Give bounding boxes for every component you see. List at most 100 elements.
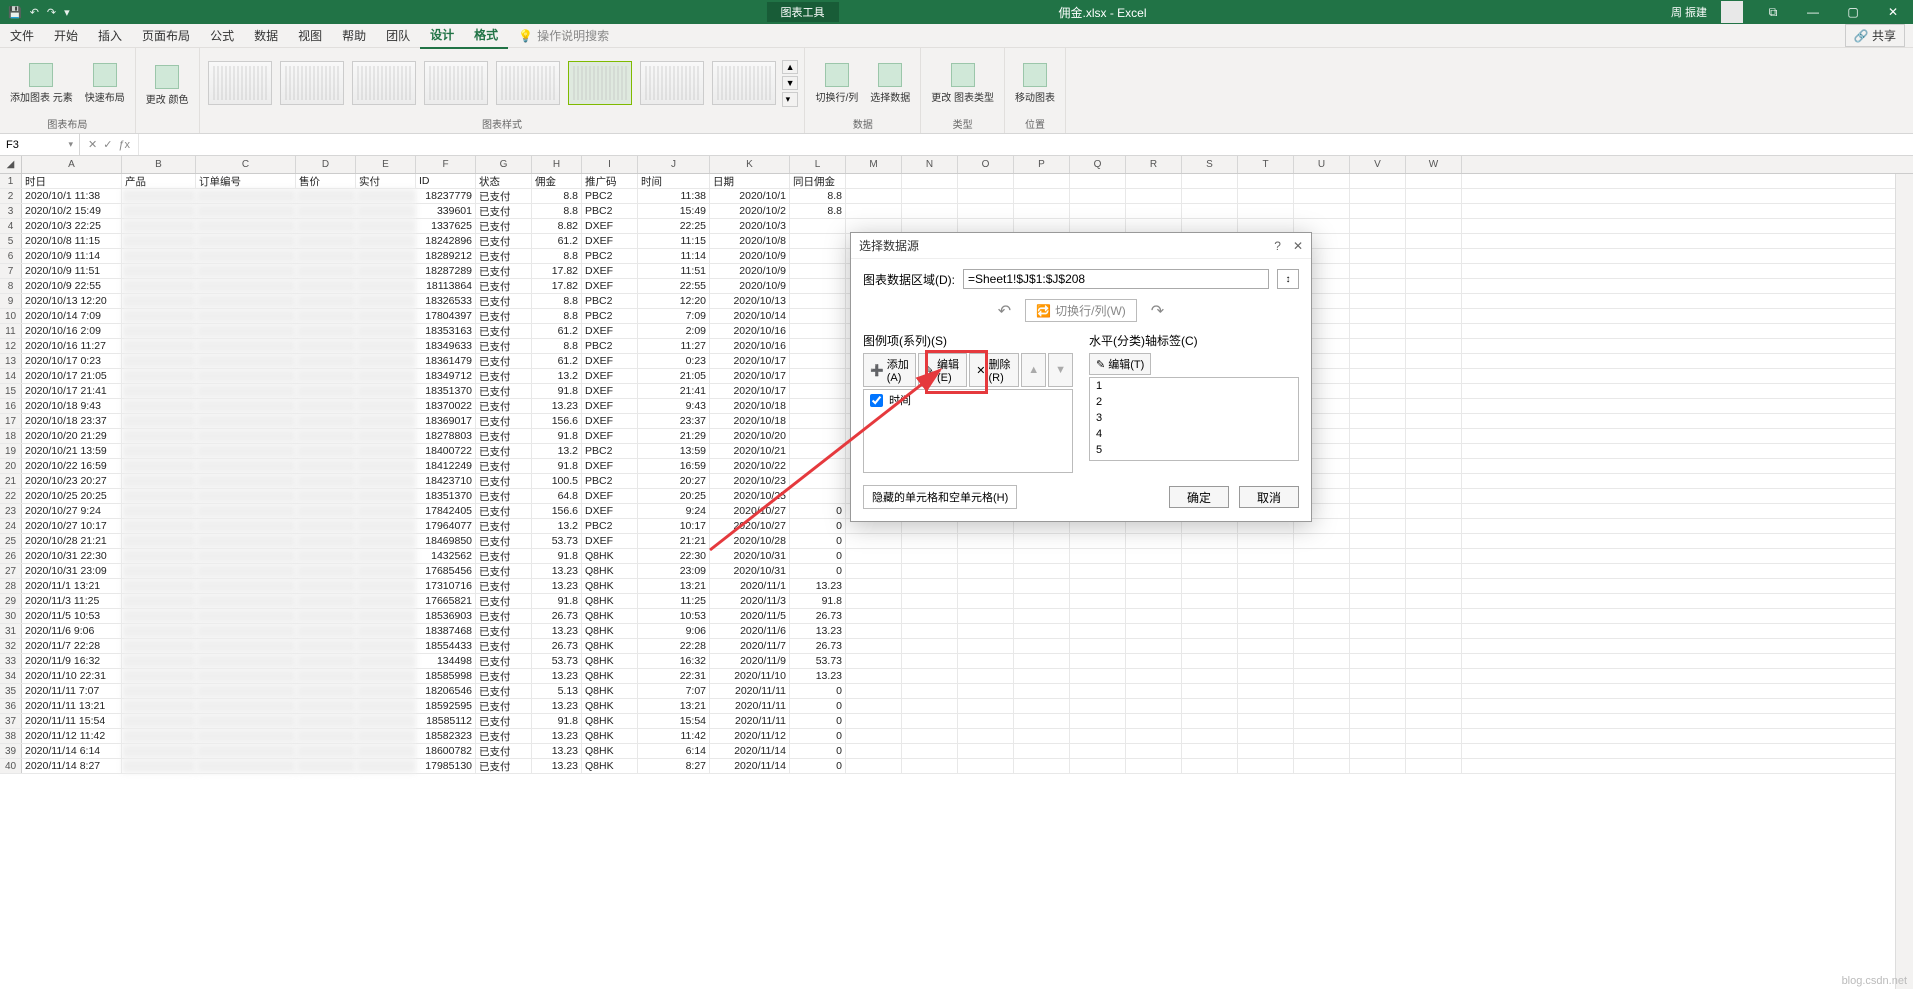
row-header[interactable]: 37 (0, 714, 22, 728)
tab-page-layout[interactable]: 页面布局 (132, 24, 200, 48)
cell[interactable]: 2020/10/14 7:09 (22, 309, 122, 323)
cell[interactable]: ███ (356, 399, 416, 413)
cell[interactable] (846, 189, 902, 203)
cell[interactable]: 已支付 (476, 489, 532, 503)
cell[interactable]: ███ (122, 339, 196, 353)
cell[interactable]: 61.2 (532, 324, 582, 338)
cell[interactable] (1182, 744, 1238, 758)
chart-style-6[interactable] (568, 61, 632, 105)
cell[interactable] (1182, 624, 1238, 638)
cell[interactable]: 0:23 (638, 354, 710, 368)
row-header[interactable]: 15 (0, 384, 22, 398)
cell[interactable]: PBC2 (582, 474, 638, 488)
cell[interactable]: 0 (790, 744, 846, 758)
cell[interactable] (1350, 504, 1406, 518)
cell[interactable]: Q8HK (582, 579, 638, 593)
cell[interactable]: 13.23 (790, 624, 846, 638)
cell[interactable]: 21:41 (638, 384, 710, 398)
col-header[interactable]: I (582, 156, 638, 173)
cell[interactable]: 2020/11/11 7:07 (22, 684, 122, 698)
cell[interactable]: 17.82 (532, 279, 582, 293)
cell[interactable] (902, 624, 958, 638)
cell[interactable] (1126, 564, 1182, 578)
series-item[interactable]: 时间 (864, 390, 1072, 410)
cell[interactable]: 2020/10/16 (710, 324, 790, 338)
cell[interactable]: ███ (196, 594, 296, 608)
cell[interactable]: 2020/10/3 22:25 (22, 219, 122, 233)
cell[interactable] (1182, 564, 1238, 578)
cell[interactable]: 53.73 (532, 654, 582, 668)
cell[interactable]: 2020/10/31 (710, 564, 790, 578)
chart-style-1[interactable] (208, 61, 272, 105)
cell[interactable]: ███ (196, 204, 296, 218)
cell[interactable]: 8.8 (532, 249, 582, 263)
cell[interactable]: ███ (196, 459, 296, 473)
cell[interactable]: ███ (296, 249, 356, 263)
cell[interactable]: Q8HK (582, 639, 638, 653)
cell[interactable] (1406, 609, 1462, 623)
cell[interactable] (1406, 654, 1462, 668)
cell[interactable]: ███ (356, 474, 416, 488)
cell[interactable] (1406, 519, 1462, 533)
chart-style-7[interactable] (640, 61, 704, 105)
cell[interactable]: 0 (790, 504, 846, 518)
cell[interactable]: ███ (356, 384, 416, 398)
cell[interactable]: 9:06 (638, 624, 710, 638)
cell[interactable]: ███ (356, 669, 416, 683)
cell[interactable]: ███ (196, 714, 296, 728)
row-header[interactable]: 4 (0, 219, 22, 233)
axis-item[interactable]: 2 (1090, 394, 1298, 410)
cell[interactable]: 已支付 (476, 249, 532, 263)
cell[interactable]: 13.23 (532, 729, 582, 743)
chart-range-input[interactable] (963, 269, 1269, 289)
cell[interactable] (1126, 654, 1182, 668)
cell[interactable]: 18592595 (416, 699, 476, 713)
cell[interactable]: ███ (122, 669, 196, 683)
row-header[interactable]: 12 (0, 339, 22, 353)
cell[interactable]: ███ (196, 504, 296, 518)
cell[interactable] (1350, 759, 1406, 773)
cell[interactable] (1238, 699, 1294, 713)
cell[interactable] (1350, 204, 1406, 218)
cell[interactable] (1014, 579, 1070, 593)
cell[interactable] (1406, 594, 1462, 608)
cell[interactable]: 2020/11/5 (710, 609, 790, 623)
cell[interactable]: 2020/11/7 (710, 639, 790, 653)
cell[interactable]: 13.2 (532, 444, 582, 458)
cell[interactable] (1014, 684, 1070, 698)
cell[interactable]: 17685456 (416, 564, 476, 578)
cell[interactable] (1014, 609, 1070, 623)
cell[interactable]: 18287289 (416, 264, 476, 278)
cell[interactable]: 日期 (710, 174, 790, 188)
cell[interactable]: ███ (122, 519, 196, 533)
cell[interactable]: ███ (196, 189, 296, 203)
cell[interactable] (1014, 594, 1070, 608)
cell[interactable]: ███ (196, 279, 296, 293)
cell[interactable]: 2020/11/14 (710, 759, 790, 773)
cell[interactable]: 2020/10/9 (710, 279, 790, 293)
cell[interactable] (1014, 204, 1070, 218)
cancel-formula-icon[interactable]: ✕ (88, 138, 97, 151)
cell[interactable] (902, 564, 958, 578)
cell[interactable]: 17985130 (416, 759, 476, 773)
cell[interactable] (1182, 534, 1238, 548)
cell[interactable]: ███ (296, 384, 356, 398)
cell[interactable]: ███ (122, 414, 196, 428)
cell[interactable]: ███ (122, 654, 196, 668)
cell[interactable] (1070, 759, 1126, 773)
save-icon[interactable]: 💾 (8, 6, 22, 19)
cell[interactable]: 2020/10/8 11:15 (22, 234, 122, 248)
cell[interactable]: ███ (356, 534, 416, 548)
cell[interactable] (1182, 654, 1238, 668)
cell[interactable]: 18351370 (416, 489, 476, 503)
cell[interactable] (1014, 654, 1070, 668)
row-header[interactable]: 26 (0, 549, 22, 563)
cell[interactable]: 22:55 (638, 279, 710, 293)
cell[interactable]: ███ (356, 504, 416, 518)
row-header[interactable]: 6 (0, 249, 22, 263)
cell[interactable]: DXEF (582, 384, 638, 398)
cell[interactable]: 18554433 (416, 639, 476, 653)
cell[interactable]: ███ (296, 324, 356, 338)
col-header[interactable]: S (1182, 156, 1238, 173)
row-header[interactable]: 10 (0, 309, 22, 323)
